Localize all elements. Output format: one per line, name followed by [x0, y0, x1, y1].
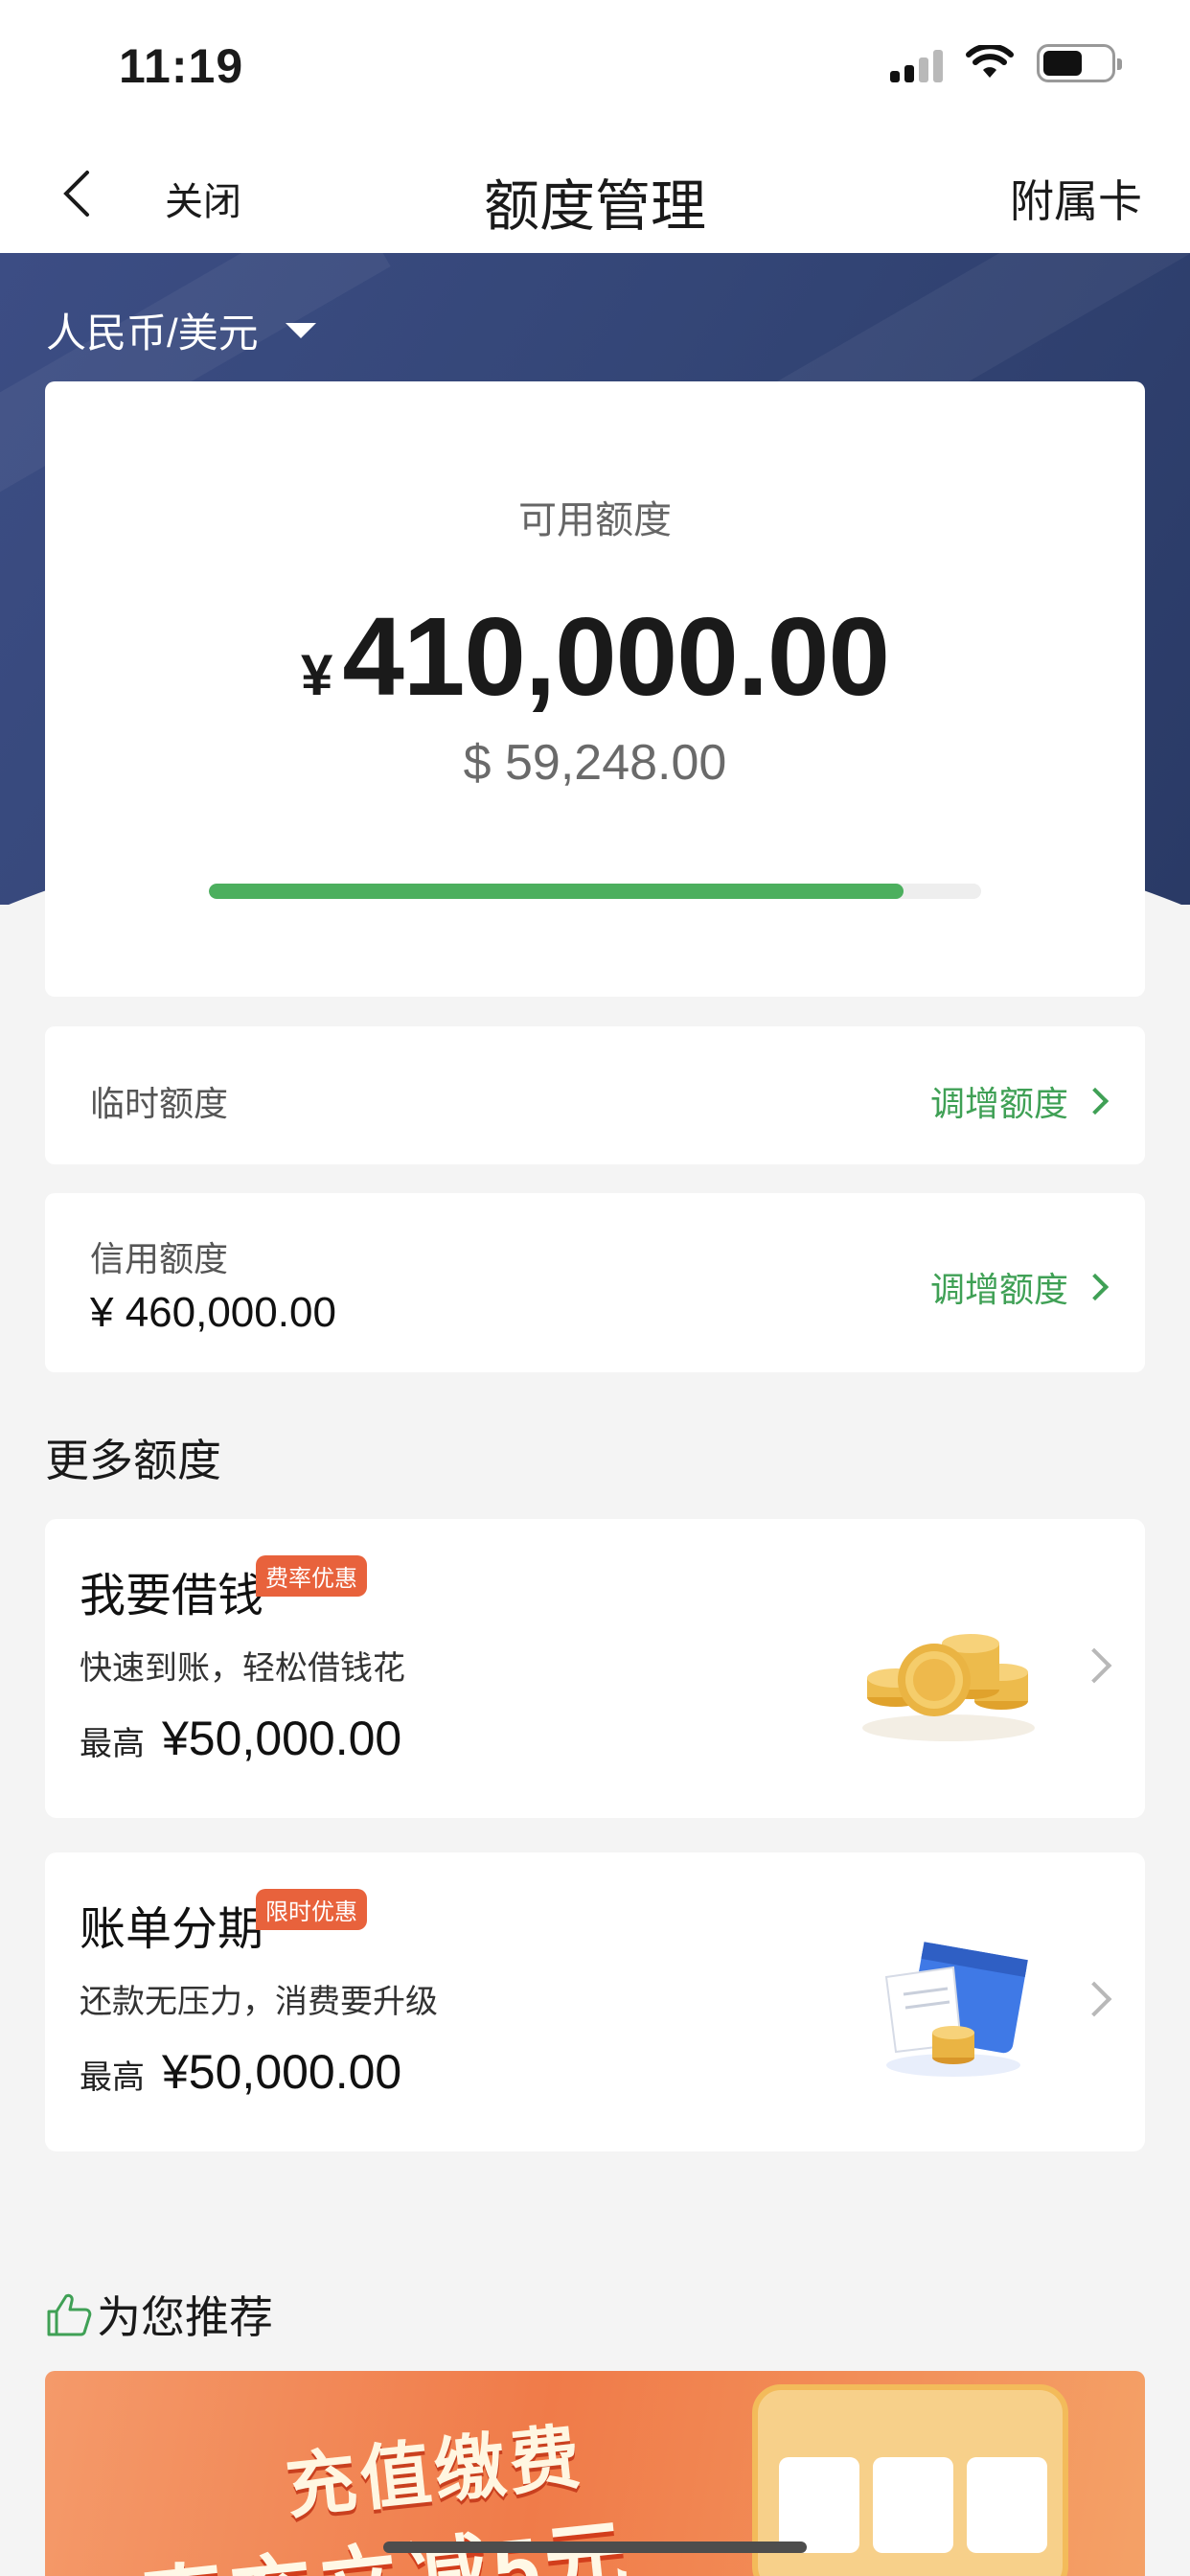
wifi-icon: [966, 45, 1014, 78]
offer-badge: 费率优惠: [256, 1555, 367, 1597]
offer-title: 我要借钱: [80, 1571, 264, 1622]
recommend-label: 为您推荐: [97, 2292, 273, 2342]
chevron-right-icon: [1064, 1647, 1112, 1684]
chevron-right-icon: [1064, 1981, 1112, 2017]
available-limit-usd: $ 59,248.00: [463, 735, 727, 791]
chevron-right-icon: [1081, 1087, 1110, 1116]
temporary-limit-label: 临时额度: [90, 1084, 229, 1123]
back-button[interactable]: [48, 163, 105, 224]
limit-progress-bar: [209, 884, 981, 899]
credit-limit-label: 信用额度: [90, 1239, 229, 1278]
credit-limit-value: ¥ 460,000.00: [90, 1289, 336, 1336]
recommend-heading: 为您推荐: [45, 2283, 273, 2346]
chevron-left-icon: [63, 171, 89, 217]
currency-selector-label: 人民币/美元: [46, 310, 259, 356]
limit-progress-fill: [209, 884, 904, 899]
offer-title: 账单分期: [80, 1904, 264, 1955]
credit-limit-row: 信用额度 ¥ 460,000.00 调增额度: [45, 1193, 1145, 1372]
caret-down-icon: [285, 322, 316, 338]
available-limit-card: 可用额度 ¥410,000.00 $ 59,248.00: [45, 381, 1145, 997]
offer-max-value: ¥50,000.00: [162, 2045, 402, 2099]
status-bar: 11:19: [0, 0, 1190, 134]
available-limit-amount: ¥410,000.00: [45, 592, 1145, 721]
currency-symbol: ¥: [301, 643, 333, 707]
chevron-right-icon: [1081, 1273, 1110, 1301]
credit-increase-link[interactable]: 调增额度: [929, 1262, 1110, 1312]
temporary-increase-link[interactable]: 调增额度: [929, 1076, 1110, 1126]
cellular-signal-icon: [890, 44, 943, 82]
loan-offer-card[interactable]: 我要借钱 费率优惠 快速到账，轻松借钱花 最高 ¥50,000.00: [45, 1519, 1145, 1818]
offer-max-value: ¥50,000.00: [162, 1712, 402, 1765]
available-amount-value: 410,000.00: [342, 594, 890, 719]
battery-icon: [1037, 44, 1122, 82]
close-button[interactable]: 关闭: [165, 171, 241, 226]
home-indicator[interactable]: [383, 2542, 807, 2553]
offer-max-amount: 最高 ¥50,000.00: [80, 1711, 401, 1766]
temporary-increase-label: 调增额度: [929, 1084, 1068, 1123]
temporary-limit-row: 临时额度 调增额度: [45, 1026, 1145, 1164]
offer-max-amount: 最高 ¥50,000.00: [80, 2044, 401, 2100]
credit-increase-label: 调增额度: [929, 1270, 1068, 1309]
status-icons: [890, 44, 1122, 82]
offer-description: 快速到账，轻松借钱花: [80, 1650, 405, 1687]
offer-badge: 限时优惠: [256, 1889, 367, 1930]
bill-card-icon: [884, 1942, 1028, 2077]
currency-selector[interactable]: 人民币/美元: [46, 301, 316, 359]
offer-description: 还款无压力，消费要升级: [80, 1984, 438, 2020]
available-limit-label: 可用额度: [518, 499, 672, 541]
offer-max-label: 最高: [80, 2059, 145, 2096]
gold-coins-icon: [862, 1634, 1035, 1741]
status-time: 11:19: [119, 39, 244, 93]
navigation-bar: 关闭 额度管理 附属卡: [0, 134, 1190, 253]
more-limits-heading: 更多额度: [45, 1436, 221, 1485]
offer-max-label: 最高: [80, 1726, 145, 1762]
installment-offer-card[interactable]: 账单分期 限时优惠 还款无压力，消费要升级 最高 ¥50,000.00: [45, 1852, 1145, 2151]
supplementary-card-button[interactable]: 附属卡: [1010, 167, 1142, 230]
thumbs-up-icon: [47, 2293, 92, 2336]
